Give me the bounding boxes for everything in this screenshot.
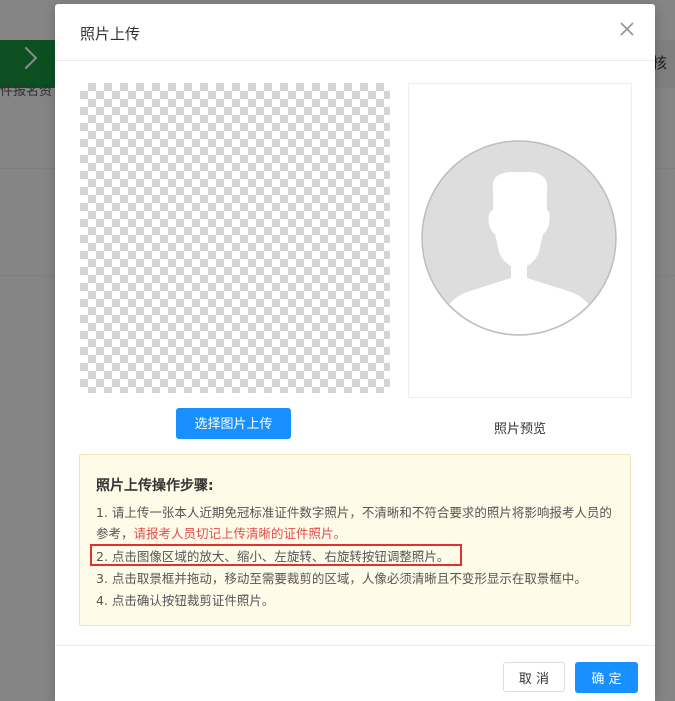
upload-instructions: 照片上传操作步骤: 1. 请上传一张本人近期免冠标准证件数字照片，不清晰和不符合… [79, 454, 631, 626]
avatar-placeholder-icon [421, 140, 617, 336]
image-crop-area[interactable] [80, 83, 390, 393]
confirm-button[interactable]: 确 定 [575, 662, 638, 693]
dialog-title: 照片上传 [80, 25, 141, 43]
photo-upload-dialog: 照片上传 选择图片上传 照片预览 照片上传操作步骤: 1. 请上传一张本人近期免… [55, 4, 655, 701]
photo-preview [408, 83, 632, 398]
preview-label: 照片预览 [493, 422, 546, 437]
instructions-title: 照片上传操作步骤: [96, 478, 214, 494]
instruction-item-2: 2. 点击图像区域的放大、缩小、左旋转、右旋转按钮调整照片。 [96, 549, 450, 564]
instruction-item-4: 4. 点击确认按钮裁剪证件照片。 [96, 593, 275, 608]
close-icon[interactable] [619, 21, 635, 37]
instruction-warning: 请报考人员切记上传清晰的证件照片。 [133, 526, 347, 541]
instruction-item-1: 1. 请上传一张本人近期免冠标准证件数字照片，不清晰和不符合要求的照片将影响报考… [96, 502, 616, 544]
dialog-footer: 取 消 确 定 [55, 645, 655, 701]
instruction-item-3: 3. 点击取景框并拖动，移动至需要裁剪的区域，人像必须清晰且不变形显示在取景框中… [96, 571, 587, 586]
select-image-button[interactable]: 选择图片上传 [176, 408, 291, 439]
dialog-header: 照片上传 [55, 4, 655, 61]
cancel-button[interactable]: 取 消 [503, 662, 565, 692]
